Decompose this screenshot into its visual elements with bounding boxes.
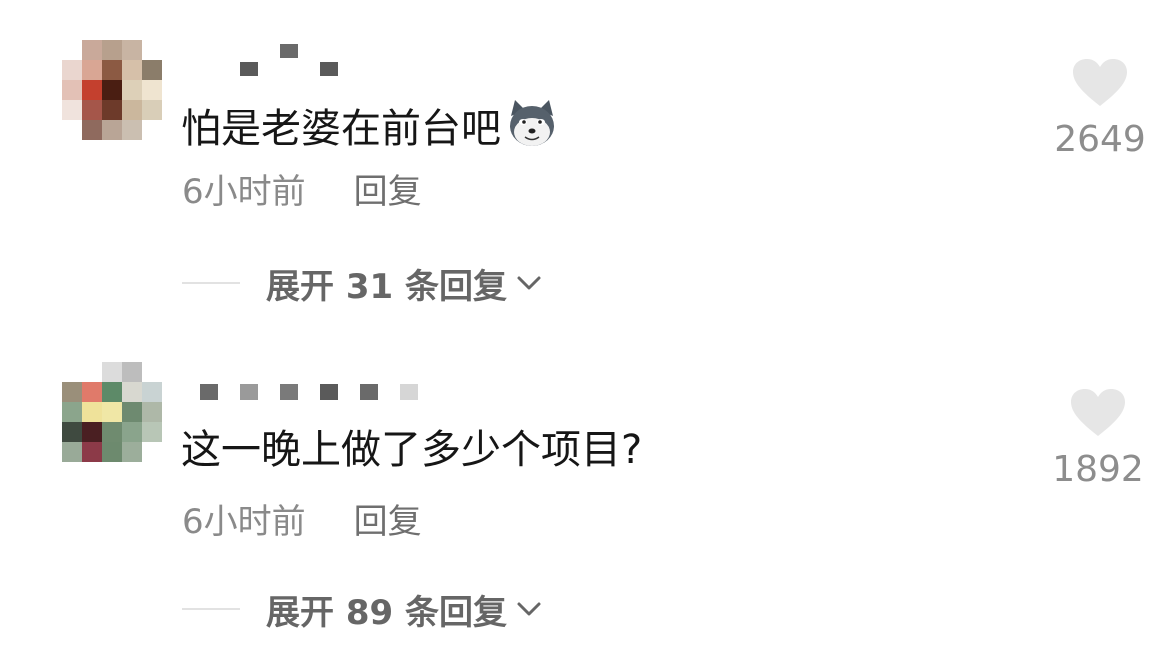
comment-meta: 6小时前 回复 xyxy=(182,170,422,214)
like-count: 1892 xyxy=(1052,449,1144,490)
comment-text: 这一晚上做了多少个项目? xyxy=(181,427,643,473)
doge-emoji-icon xyxy=(505,96,559,150)
comment-time: 6小时前 xyxy=(182,502,306,542)
expand-replies-button[interactable]: 展开 31 条回复 xyxy=(182,258,545,308)
comment-text-content: 怕是老婆在前台吧 xyxy=(181,106,501,152)
chevron-down-icon xyxy=(517,602,541,616)
username-masked[interactable] xyxy=(180,40,350,76)
comment-item: 这一晚上做了多少个项目? 6小时前 回复 展开 89 条回复 1892 xyxy=(0,330,1170,650)
avatar[interactable] xyxy=(62,40,162,140)
chevron-down-icon xyxy=(517,276,541,290)
divider-line xyxy=(182,282,240,284)
heart-icon xyxy=(1071,389,1125,436)
expand-replies-label: 展开 31 条回复 xyxy=(266,266,507,307)
comment-text: 怕是老婆在前台吧 xyxy=(181,96,559,153)
like-count: 2649 xyxy=(1054,119,1146,160)
like-button[interactable]: 1892 xyxy=(1043,388,1153,492)
heart-icon xyxy=(1073,59,1127,106)
like-button[interactable]: 2649 xyxy=(1045,58,1155,162)
username-masked[interactable] xyxy=(180,380,440,410)
avatar[interactable] xyxy=(62,362,162,462)
reply-button[interactable]: 回复 xyxy=(354,502,422,542)
comment-time: 6小时前 xyxy=(182,172,306,212)
expand-replies-label: 展开 89 条回复 xyxy=(266,592,507,633)
comment-meta: 6小时前 回复 xyxy=(182,500,422,544)
divider-line xyxy=(182,608,240,610)
expand-replies-button[interactable]: 展开 89 条回复 xyxy=(182,584,545,634)
comment-item: 怕是老婆在前台吧 6小时前 回复 展开 31 条回复 2649 xyxy=(0,0,1170,320)
reply-button[interactable]: 回复 xyxy=(354,172,422,212)
